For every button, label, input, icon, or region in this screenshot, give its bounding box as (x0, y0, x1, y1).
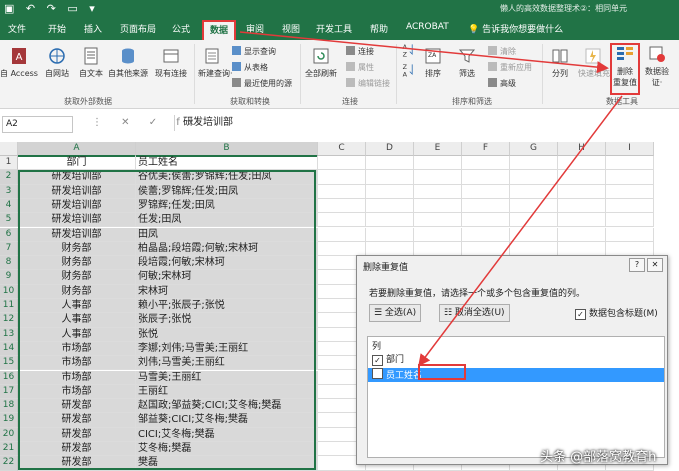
arrow-to-employee-column (418, 95, 623, 367)
watermark: 头条 @部落窝教育h (540, 450, 657, 465)
annotation-arrows (239, 31, 623, 367)
arrow-to-remove-duplicates (239, 31, 609, 74)
